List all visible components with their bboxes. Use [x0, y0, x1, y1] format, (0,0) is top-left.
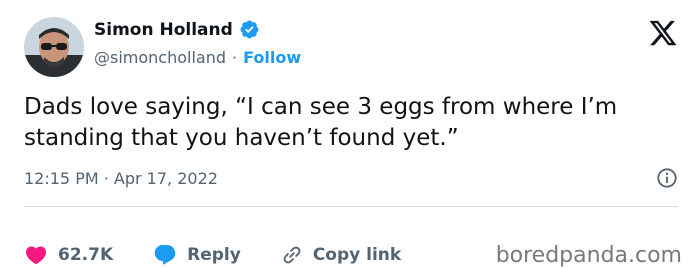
author-name[interactable]: Simon Holland: [94, 20, 233, 40]
copy-link-label: Copy link: [312, 245, 402, 265]
reply-bubble-icon: [154, 245, 176, 265]
copy-link-button[interactable]: Copy link: [281, 244, 401, 266]
tweet-meta-row: 12:15 PM · Apr 17, 2022: [24, 167, 678, 189]
avatar-image: [24, 17, 84, 77]
tweet-actions: 62.7K Reply Copy link: [24, 243, 441, 267]
author-name-row: Simon Holland: [94, 19, 260, 40]
reply-button[interactable]: Reply: [153, 243, 241, 267]
reply-label: Reply: [187, 245, 241, 265]
author-handle[interactable]: @simoncholland: [94, 48, 226, 67]
like-button[interactable]: 62.7K: [24, 243, 113, 267]
follow-button[interactable]: Follow: [243, 48, 301, 67]
divider: [24, 206, 678, 207]
tweet-text: Dads love saying, “I can see 3 eggs from…: [24, 94, 618, 151]
avatar[interactable]: [24, 17, 84, 77]
x-logo-icon[interactable]: [648, 18, 678, 48]
heart-icon: [25, 246, 47, 265]
author-handle-row: @simoncholland · Follow: [94, 48, 301, 67]
separator-dot: ·: [232, 48, 238, 67]
tweet-timestamp[interactable]: 12:15 PM · Apr 17, 2022: [24, 169, 218, 188]
info-icon[interactable]: [656, 167, 678, 189]
like-count: 62.7K: [58, 245, 114, 265]
link-icon: [283, 246, 301, 264]
verified-badge-icon: [240, 20, 259, 39]
